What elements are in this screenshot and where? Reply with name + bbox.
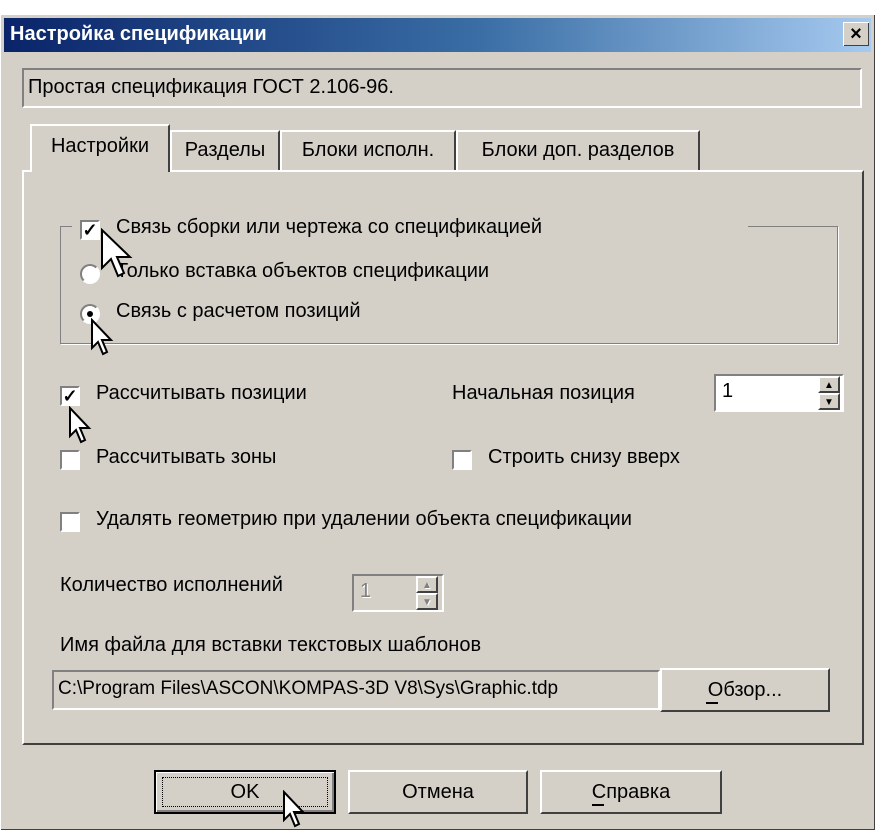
browse-button-label: Обзор... — [707, 679, 783, 701]
radio-insert-only[interactable] — [80, 264, 100, 284]
start-position-spin-up[interactable]: ▲ — [818, 376, 840, 393]
template-file-path: C:\Program Files\ASCON\KOMPAS-3D V8\Sys\… — [58, 678, 559, 699]
spec-name-field: Простая спецификация ГОСТ 2.106-96. — [22, 68, 862, 108]
calc-zones-label: Рассчитывать зоны — [96, 446, 277, 468]
tab-settings[interactable]: Настройки — [30, 124, 170, 172]
variants-count-spin-up: ▲ — [416, 576, 438, 593]
close-icon: × — [850, 23, 862, 45]
delete-geometry-label: Удалять геометрию при удалении объекта с… — [96, 508, 632, 530]
calc-zones-checkbox[interactable] — [60, 450, 80, 470]
tab-extra-section-blocks[interactable]: Блоки доп. разделов — [456, 130, 700, 170]
variants-count-spin-down: ▼ — [416, 593, 438, 610]
calc-positions-checkbox[interactable]: ✓ — [60, 386, 80, 406]
start-position-value: 1 — [722, 380, 734, 402]
cancel-button[interactable]: Отмена — [348, 770, 528, 814]
variants-count-value: 1 — [360, 580, 372, 602]
mouse-pointer-icon — [283, 790, 306, 828]
calc-positions-label: Рассчитывать позиции — [96, 382, 307, 404]
radio-insert-only-label: Только вставка объектов спецификации — [116, 260, 490, 282]
ok-button[interactable]: OK — [154, 770, 336, 814]
help-mnemonic-underline — [592, 804, 604, 806]
tab-variant-blocks[interactable]: Блоки исполн. — [280, 130, 456, 170]
mouse-pointer-icon — [101, 228, 133, 278]
tab-label: Разделы — [184, 139, 266, 161]
tab-label: Блоки доп. разделов — [481, 139, 675, 161]
tab-label: Настройки — [50, 135, 150, 157]
window-title: Настройка спецификации — [10, 23, 267, 45]
delete-geometry-checkbox[interactable] — [60, 512, 80, 532]
radio-dot — [87, 311, 93, 317]
assembly-link-label: Связь сборки или чертежа со спецификацие… — [116, 216, 543, 238]
build-bottom-up-checkbox[interactable] — [452, 450, 472, 470]
browse-mnemonic-underline — [706, 702, 718, 704]
tab-label: Блоки исполн. — [301, 139, 435, 161]
close-button[interactable]: × — [843, 22, 869, 46]
start-position-spin-down[interactable]: ▼ — [818, 393, 840, 410]
cancel-button-label: Отмена — [402, 781, 474, 803]
spec-name-text: Простая спецификация ГОСТ 2.106-96. — [28, 76, 394, 98]
mouse-pointer-icon — [69, 406, 92, 444]
start-position-label: Начальная позиция — [452, 382, 635, 404]
build-bottom-up-label: Строить снизу вверх — [488, 446, 680, 468]
help-button-label: Справка — [591, 781, 671, 803]
title-bar[interactable]: Настройка спецификации × — [4, 18, 871, 52]
help-button[interactable]: Справка — [540, 770, 722, 814]
template-file-field[interactable]: C:\Program Files\ASCON\KOMPAS-3D V8\Sys\… — [52, 670, 660, 710]
browse-button[interactable]: Обзор... — [660, 668, 830, 712]
link-group-box — [60, 226, 838, 344]
tab-sections[interactable]: Разделы — [170, 130, 280, 170]
radio-calc-positions-label: Связь с расчетом позиций — [116, 300, 361, 322]
template-file-label: Имя файла для вставки текстовых шаблонов — [60, 634, 482, 656]
variants-count-label: Количество исполнений — [60, 574, 283, 596]
mouse-pointer-icon — [91, 318, 114, 356]
assembly-link-checkbox[interactable]: ✓ — [80, 220, 100, 240]
